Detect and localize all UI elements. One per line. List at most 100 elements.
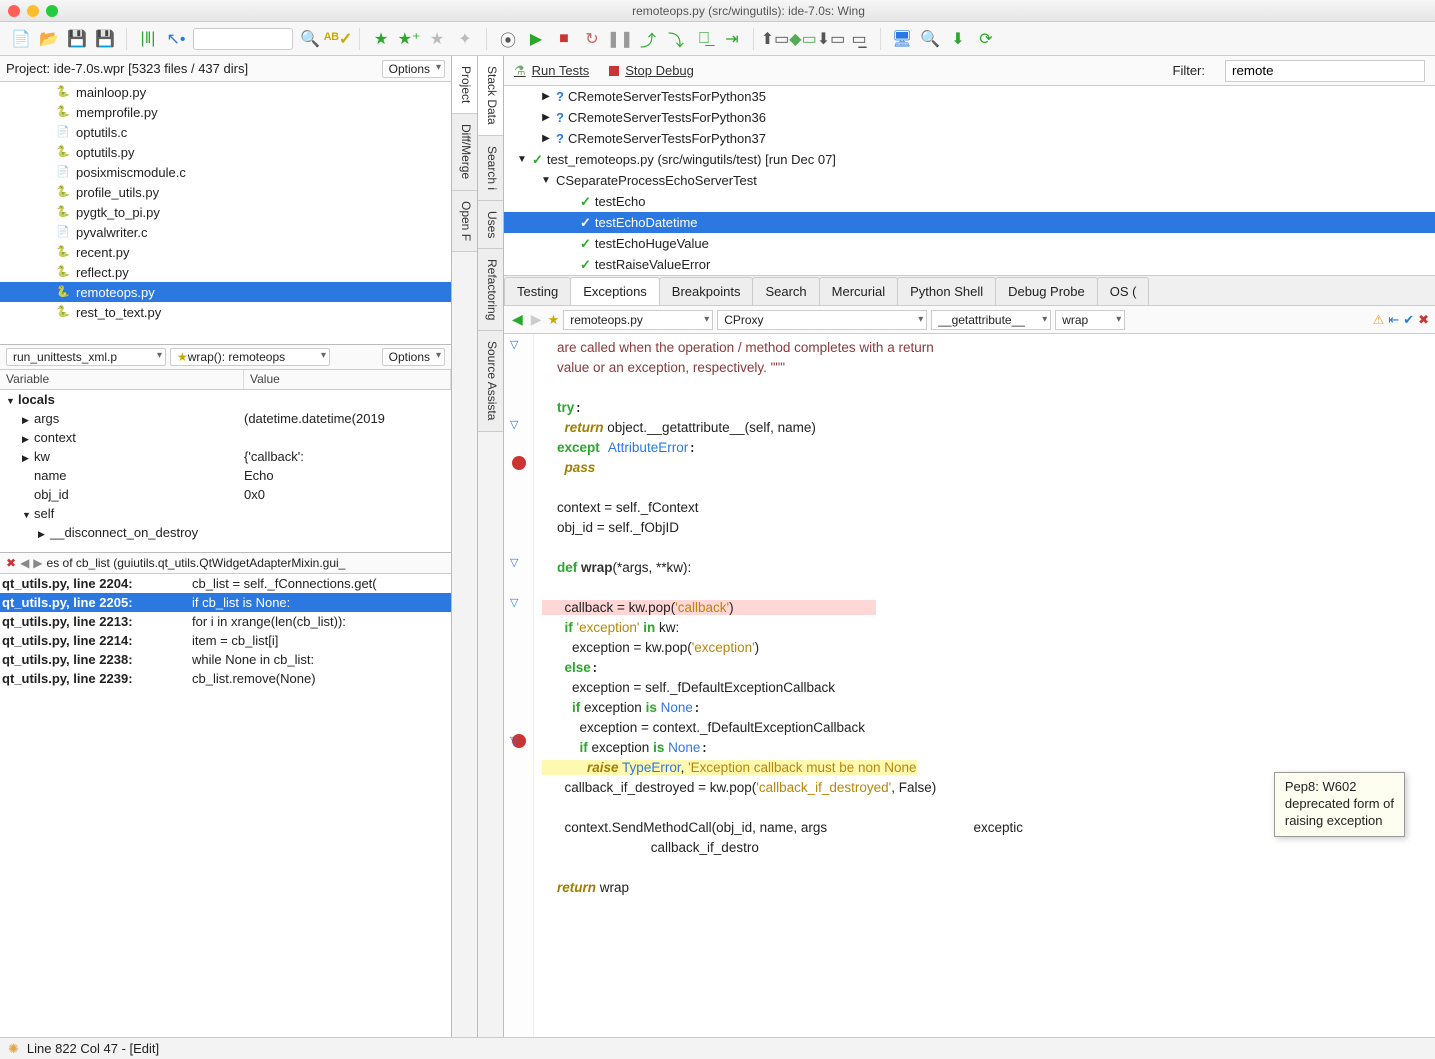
right-vertical-tabs[interactable]: Stack DataSearch iUsesRefactoringSource …	[478, 56, 504, 1037]
stop-debug-button[interactable]: Stop Debug	[609, 63, 694, 78]
bookmark-add-icon[interactable]: ★	[370, 28, 392, 50]
vtab-project[interactable]: Project	[452, 56, 477, 114]
nav-fwd-icon[interactable]: ▶	[529, 311, 544, 328]
stop-icon[interactable]: ■	[553, 28, 575, 50]
toolbar-search-input[interactable]	[193, 28, 293, 50]
uses-list[interactable]: qt_utils.py, line 2204: cb_list = self._…	[0, 574, 451, 1037]
project-file-item[interactable]: pyvalwriter.c	[0, 222, 451, 242]
test-tree-item[interactable]: ▼✓test_remoteops.py (src/wingutils/test)…	[504, 149, 1435, 170]
sync-icon[interactable]: ⟳	[975, 28, 997, 50]
expand-icon[interactable]: ▶	[540, 112, 552, 123]
step-out-icon[interactable]: ⤴̲	[693, 28, 715, 50]
project-file-item[interactable]: recent.py	[0, 242, 451, 262]
uses-row[interactable]: qt_utils.py, line 2239: cb_list.remove(N…	[0, 669, 451, 688]
vtab-uses[interactable]: Uses	[478, 201, 503, 249]
tab-exceptions[interactable]: Exceptions	[570, 277, 660, 305]
stack-var-row[interactable]: obj_id0x0	[0, 485, 451, 504]
tab-breakpoints[interactable]: Breakpoints	[659, 277, 754, 305]
expand-icon[interactable]: ▼	[516, 154, 528, 165]
bookmark-prev-grey-icon[interactable]: ★	[426, 28, 448, 50]
test-tree-item[interactable]: ✓testEchoHugeValue	[504, 233, 1435, 254]
window-controls[interactable]	[8, 5, 58, 17]
frame-up-icon[interactable]: ⬆▭	[764, 28, 786, 50]
stack-var-row[interactable]: nameEcho	[0, 466, 451, 485]
indent-guide-icon[interactable]: |‖|	[137, 28, 159, 50]
left-vertical-tabs[interactable]: ProjectDiff/MergeOpen F	[452, 56, 478, 1037]
uses-row[interactable]: qt_utils.py, line 2204: cb_list = self._…	[0, 574, 451, 593]
project-file-item[interactable]: posixmiscmodule.c	[0, 162, 451, 182]
breakpoint-icon[interactable]	[512, 456, 526, 470]
tab-debug-probe[interactable]: Debug Probe	[995, 277, 1098, 305]
uses-row[interactable]: qt_utils.py, line 2214: item = cb_list[i…	[0, 631, 451, 650]
expand-icon[interactable]: ▶	[540, 133, 552, 144]
expand-icon[interactable]: ▶	[540, 91, 552, 102]
step-over-icon[interactable]: ⤴	[637, 28, 659, 50]
editor-class-dropdown[interactable]: CProxy	[717, 310, 927, 330]
project-file-item[interactable]: remoteops.py	[0, 282, 451, 302]
test-tree-item[interactable]: ✓testEchoDatetime	[504, 212, 1435, 233]
stack-options-dropdown[interactable]: Options	[382, 348, 445, 366]
stack-frame-dropdown[interactable]: ★wrap(): remoteops	[170, 348, 330, 366]
stack-var-row[interactable]: __disconnect_on_destroy	[0, 523, 451, 542]
step-into-icon[interactable]: ⤵	[665, 28, 687, 50]
project-file-item[interactable]: optutils.py	[0, 142, 451, 162]
pause-icon[interactable]: ❚❚	[609, 28, 631, 50]
stack-var-row[interactable]: kw{'callback':	[0, 447, 451, 466]
stack-thread-dropdown[interactable]: run_unittests_xml.p	[6, 348, 166, 366]
nav-back-icon[interactable]: ◀	[510, 311, 525, 328]
test-tree-item[interactable]: ▼CSeparateProcessEchoServerTest	[504, 170, 1435, 191]
project-file-item[interactable]: optutils.c	[0, 122, 451, 142]
vtab-open-f[interactable]: Open F	[452, 191, 477, 252]
uses-row[interactable]: qt_utils.py, line 2205: if cb_list is No…	[0, 593, 451, 612]
bottom-tab-bar[interactable]: TestingExceptionsBreakpointsSearchMercur…	[504, 276, 1435, 306]
stack-col-variable[interactable]: Variable	[0, 370, 244, 389]
tab-testing[interactable]: Testing	[504, 277, 571, 305]
test-tree-item[interactable]: ✓testEcho	[504, 191, 1435, 212]
open-file-icon[interactable]: 📂	[38, 28, 60, 50]
project-file-item[interactable]: pygtk_to_pi.py	[0, 202, 451, 222]
project-file-item[interactable]: reflect.py	[0, 262, 451, 282]
run-tests-button[interactable]: ⚗Run Tests	[514, 63, 589, 79]
monitor-icon[interactable]: 🖥	[891, 28, 913, 50]
download-icon[interactable]: ⬇	[947, 28, 969, 50]
search-next-icon[interactable]: 🔍	[299, 28, 321, 50]
project-file-item[interactable]: profile_utils.py	[0, 182, 451, 202]
stack-var-row[interactable]: locals	[0, 390, 451, 409]
tab-search[interactable]: Search	[752, 277, 819, 305]
minimize-window-icon[interactable]	[27, 5, 39, 17]
filter-input[interactable]	[1225, 60, 1425, 82]
stack-var-row[interactable]: args(datetime.datetime(2019	[0, 409, 451, 428]
uses-row[interactable]: qt_utils.py, line 2238: while None in cb…	[0, 650, 451, 669]
save-icon[interactable]: 💾	[66, 28, 88, 50]
frame-bottom-icon[interactable]: ▭̲	[848, 28, 870, 50]
fold-arrow-icon[interactable]: ▽	[510, 338, 518, 351]
fold-arrow-icon[interactable]: ▽	[510, 556, 518, 569]
split-v-icon[interactable]: ✔	[1403, 312, 1414, 328]
stack-col-value[interactable]: Value	[244, 370, 451, 389]
fold-arrow-icon[interactable]: ▽	[510, 596, 518, 609]
stack-var-row[interactable]: context	[0, 428, 451, 447]
fold-arrow-icon[interactable]: ▽	[510, 418, 518, 431]
vtab-stack-data[interactable]: Stack Data	[478, 56, 503, 136]
frame-cur-icon[interactable]: ◆▭	[792, 28, 814, 50]
close-editor-icon[interactable]: ✖	[1418, 312, 1429, 328]
split-h-icon[interactable]: ⇤	[1388, 312, 1399, 328]
bookmark-clear-grey-icon[interactable]: ✦	[454, 28, 476, 50]
step-next-icon[interactable]: ⇥	[721, 28, 743, 50]
record-icon[interactable]: ⦿	[497, 28, 519, 50]
editor-gutter[interactable]: ▽ ▽ ▽ ▽ ▽	[504, 334, 534, 1037]
test-tree-item[interactable]: ▶?CRemoteServerTestsForPython37	[504, 128, 1435, 149]
tab-os-[interactable]: OS (	[1097, 277, 1150, 305]
project-file-item[interactable]: memprofile.py	[0, 102, 451, 122]
stack-variable-tree[interactable]: localsargs(datetime.datetime(2019context…	[0, 390, 451, 552]
vtab-diff-merge[interactable]: Diff/Merge	[452, 114, 477, 190]
test-tree-item[interactable]: ▶?CRemoteServerTestsForPython35	[504, 86, 1435, 107]
editor-inner-dropdown[interactable]: wrap	[1055, 310, 1125, 330]
zoom-window-icon[interactable]	[46, 5, 58, 17]
uses-close-icon[interactable]: ✖	[6, 556, 16, 570]
spellcheck-icon[interactable]: ᴬᴮ✓	[327, 28, 349, 50]
tab-mercurial[interactable]: Mercurial	[819, 277, 898, 305]
warnings-icon[interactable]: ⚠	[1373, 312, 1385, 328]
stack-var-row[interactable]: self	[0, 504, 451, 523]
project-options-dropdown[interactable]: Options	[382, 60, 445, 78]
